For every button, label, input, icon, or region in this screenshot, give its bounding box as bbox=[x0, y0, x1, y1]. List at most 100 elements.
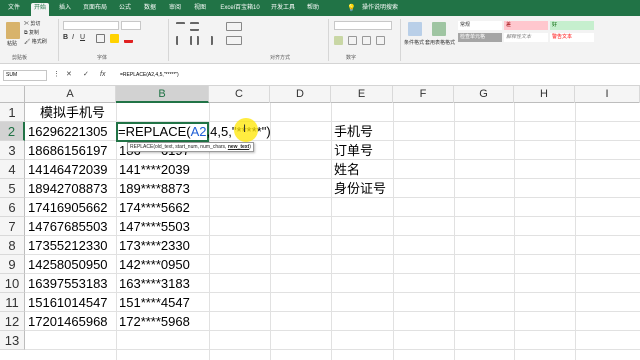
copy-button[interactable]: ⧉ 复制 bbox=[24, 30, 39, 37]
cell-e4[interactable]: 姓名 bbox=[331, 160, 360, 179]
cell-b5[interactable]: 189****8873 bbox=[116, 179, 190, 198]
cell-b9[interactable]: 142****0950 bbox=[116, 255, 190, 274]
row-header-13[interactable]: 13 bbox=[0, 331, 25, 350]
name-box[interactable]: SUM bbox=[3, 70, 47, 81]
row-header-9[interactable]: 9 bbox=[0, 255, 25, 274]
cut-button[interactable]: ✂ 剪切 bbox=[24, 21, 40, 28]
number-format-dropdown[interactable] bbox=[334, 21, 392, 30]
italic-button[interactable]: I bbox=[72, 34, 74, 41]
cell-a7[interactable]: 14767685503 bbox=[25, 217, 108, 236]
formula-input[interactable]: =REPLACE(A2,4,5,"*****") bbox=[120, 70, 636, 81]
insert-function-button[interactable]: fx bbox=[100, 70, 105, 80]
cell-a6[interactable]: 17416905662 bbox=[25, 198, 108, 217]
percent-icon[interactable] bbox=[348, 36, 357, 45]
column-header-c[interactable]: C bbox=[209, 86, 270, 103]
row-header-5[interactable]: 5 bbox=[0, 179, 25, 198]
align-middle-icon[interactable] bbox=[190, 22, 199, 31]
select-all-corner[interactable] bbox=[0, 86, 25, 103]
row-header-12[interactable]: 12 bbox=[0, 312, 25, 331]
format-painter-button[interactable]: 🖌 格式刷 bbox=[24, 39, 47, 46]
tab-formulas[interactable]: 公式 bbox=[117, 3, 133, 16]
row-header-4[interactable]: 4 bbox=[0, 160, 25, 179]
cell-a9[interactable]: 14258050950 bbox=[25, 255, 108, 274]
cell-b4[interactable]: 141****2039 bbox=[116, 160, 190, 179]
cell-a11[interactable]: 15161014547 bbox=[25, 293, 108, 312]
merge-center-icon[interactable] bbox=[226, 36, 242, 45]
column-header-d[interactable]: D bbox=[270, 86, 331, 103]
tab-file[interactable]: 文件 bbox=[6, 3, 22, 16]
row-header-11[interactable]: 11 bbox=[0, 293, 25, 312]
align-top-icon[interactable] bbox=[176, 22, 185, 31]
row-header-1[interactable]: 1 bbox=[0, 103, 25, 122]
tab-help[interactable]: 帮助 bbox=[305, 3, 321, 16]
underline-button[interactable]: U bbox=[80, 34, 85, 41]
row-header-7[interactable]: 7 bbox=[0, 217, 25, 236]
wrap-text-icon[interactable] bbox=[226, 22, 242, 31]
column-header-g[interactable]: G bbox=[454, 86, 514, 103]
row-header-3[interactable]: 3 bbox=[0, 141, 25, 160]
align-left-icon[interactable] bbox=[176, 36, 185, 45]
tab-insert[interactable]: 插入 bbox=[57, 3, 73, 16]
cell-a10[interactable]: 16397553183 bbox=[25, 274, 108, 293]
row-header-2[interactable]: 2 bbox=[0, 122, 25, 141]
cell-e5[interactable]: 身份证号 bbox=[331, 179, 386, 198]
cell-b12[interactable]: 172****5968 bbox=[116, 312, 190, 331]
align-right-icon[interactable] bbox=[204, 36, 213, 45]
fill-color-icon[interactable] bbox=[110, 34, 119, 43]
format-as-table-button[interactable]: 套用表格格式 bbox=[425, 40, 455, 47]
cell-a5[interactable]: 18942708873 bbox=[25, 179, 108, 198]
cell-b7[interactable]: 147****5503 bbox=[116, 217, 190, 236]
style-check-cell[interactable]: 检查单元格 bbox=[458, 33, 502, 42]
cell-a3[interactable]: 18686156197 bbox=[25, 141, 108, 160]
font-size-dropdown[interactable] bbox=[121, 21, 141, 30]
style-good[interactable]: 好 bbox=[550, 21, 594, 30]
cell-b11[interactable]: 151****4547 bbox=[116, 293, 190, 312]
cell-b6[interactable]: 174****5662 bbox=[116, 198, 190, 217]
paste-icon[interactable] bbox=[6, 22, 20, 39]
tab-home[interactable]: 开始 bbox=[31, 3, 49, 16]
cell-a8[interactable]: 17355212330 bbox=[25, 236, 108, 255]
font-name-dropdown[interactable] bbox=[63, 21, 119, 30]
column-header-a[interactable]: A bbox=[25, 86, 116, 103]
cell-b8[interactable]: 173****2330 bbox=[116, 236, 190, 255]
comma-icon[interactable] bbox=[362, 36, 371, 45]
cancel-button[interactable]: ✕ bbox=[66, 70, 72, 80]
tell-me-search[interactable]: 操作说明搜索 bbox=[362, 3, 398, 14]
style-explanatory[interactable]: 解释性文本 bbox=[504, 33, 548, 42]
column-header-i[interactable]: I bbox=[575, 86, 640, 103]
align-center-icon[interactable] bbox=[190, 36, 199, 45]
font-color-icon[interactable] bbox=[124, 34, 133, 43]
tab-view[interactable]: 视图 bbox=[192, 3, 208, 16]
bold-button[interactable]: B bbox=[63, 34, 68, 41]
paste-button[interactable]: 粘贴 bbox=[7, 41, 17, 48]
cell-e2[interactable]: 手机号 bbox=[331, 122, 373, 141]
cell-a1[interactable]: 模拟手机号 bbox=[37, 103, 105, 122]
table-format-icon[interactable] bbox=[432, 22, 446, 36]
row-header-10[interactable]: 10 bbox=[0, 274, 25, 293]
style-warning[interactable]: 警告文本 bbox=[550, 33, 594, 42]
decimal-icon[interactable] bbox=[376, 36, 385, 45]
conditional-format-button[interactable]: 条件格式 bbox=[404, 40, 424, 47]
column-header-b[interactable]: B bbox=[116, 86, 209, 103]
cell-a4[interactable]: 14146472039 bbox=[25, 160, 108, 179]
row-header-6[interactable]: 6 bbox=[0, 198, 25, 217]
column-header-h[interactable]: H bbox=[514, 86, 575, 103]
conditional-format-icon[interactable] bbox=[408, 22, 422, 36]
style-normal[interactable]: 常规 bbox=[458, 21, 502, 30]
column-header-f[interactable]: F bbox=[393, 86, 454, 103]
cell-a2[interactable]: 16296221305 bbox=[25, 122, 108, 141]
row-header-8[interactable]: 8 bbox=[0, 236, 25, 255]
currency-icon[interactable] bbox=[334, 36, 343, 45]
cell-e3[interactable]: 订单号 bbox=[331, 141, 373, 160]
tab-data[interactable]: 数据 bbox=[142, 3, 158, 16]
cell-b10[interactable]: 163****3183 bbox=[116, 274, 190, 293]
tab-review[interactable]: 审阅 bbox=[167, 3, 183, 16]
tab-excel-toolbox[interactable]: Excel百宝箱10 bbox=[217, 3, 263, 16]
tab-developer[interactable]: 开发工具 bbox=[270, 3, 296, 16]
style-bad[interactable]: 差 bbox=[504, 21, 548, 30]
tab-page-layout[interactable]: 页面布局 bbox=[82, 3, 108, 16]
column-header-e[interactable]: E bbox=[331, 86, 393, 103]
enter-button[interactable]: ✓ bbox=[83, 70, 89, 80]
cell-a12[interactable]: 17201465968 bbox=[25, 312, 108, 331]
border-icon[interactable] bbox=[96, 34, 105, 43]
